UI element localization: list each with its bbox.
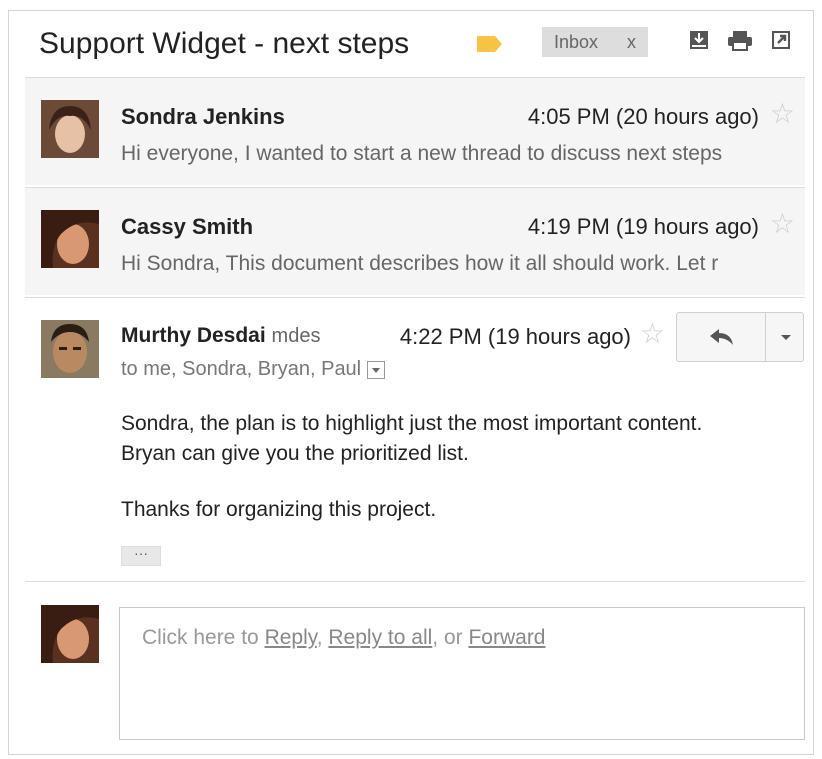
message-snippet: Hi everyone, I wanted to start a new thr… <box>121 142 723 165</box>
forward-link[interactable]: Forward <box>468 626 545 649</box>
message-body-line: Sondra, the plan is to highlight just th… <box>121 412 703 435</box>
download-icon[interactable] <box>688 29 710 51</box>
reply-box[interactable]: Click here to Reply, Reply to all, or Fo… <box>119 607 805 740</box>
show-details-button[interactable] <box>367 360 386 379</box>
reply-button[interactable] <box>677 313 765 361</box>
reply-button-group <box>676 312 804 362</box>
avatar <box>41 100 99 158</box>
star-icon[interactable]: ☆ <box>770 210 795 238</box>
inbox-label-chip: Inbox x <box>542 27 648 57</box>
message-time: 4:05 PM (20 hours ago) <box>527 104 759 129</box>
label-tag-icon[interactable] <box>477 35 503 53</box>
thread-subject: Support Widget - next steps <box>39 27 410 60</box>
recipients: to me, Sondra, Bryan, Paul <box>121 358 362 380</box>
avatar <box>41 320 99 378</box>
reply-all-link[interactable]: Reply to all <box>328 626 432 649</box>
reply-arrow-icon <box>710 329 733 345</box>
sender-line: Murthy Desdai mdes <box>121 324 320 348</box>
star-icon[interactable]: ☆ <box>770 100 795 128</box>
sender-name: Cassy Smith <box>121 214 254 239</box>
recipients-line: to me, Sondra, Bryan, Paul <box>121 358 386 381</box>
message-snippet: Hi Sondra, This document describes how i… <box>121 252 719 275</box>
reply-link[interactable]: Reply <box>265 626 317 649</box>
message-time: 4:19 PM (19 hours ago) <box>527 214 759 239</box>
avatar <box>41 605 99 663</box>
message-body-line: Thanks for organizing this project. <box>121 498 437 521</box>
sender-name: Sondra Jenkins <box>121 104 285 129</box>
sender-name: Murthy Desdai <box>121 324 266 347</box>
message-body-line: Bryan can give you the prioritized list. <box>121 442 469 465</box>
reply-prompt: Click here to Reply, Reply to all, or Fo… <box>142 626 546 650</box>
message-collapsed[interactable]: Sondra Jenkins 4:05 PM (20 hours ago) ☆ … <box>25 77 805 185</box>
separator: , or <box>432 626 463 649</box>
remove-label-button[interactable]: x <box>627 27 636 57</box>
reply-prefix: Click here to <box>142 626 259 649</box>
new-window-icon[interactable] <box>770 29 792 51</box>
star-icon[interactable]: ☆ <box>640 320 665 348</box>
message-time: 4:22 PM (19 hours ago) <box>399 324 631 349</box>
inbox-label: Inbox <box>554 32 599 52</box>
print-icon[interactable] <box>727 29 753 51</box>
message-collapsed[interactable]: Cassy Smith 4:19 PM (19 hours ago) ☆ Hi … <box>25 187 805 295</box>
message-expanded: Murthy Desdai mdes 4:22 PM (19 hours ago… <box>25 297 805 581</box>
avatar <box>41 210 99 268</box>
email-thread: Support Widget - next steps Inbox x Sond… <box>8 10 814 755</box>
sender-alias: mdes <box>271 325 321 347</box>
separator: , <box>316 626 323 649</box>
show-trimmed-content-button[interactable]: ··· <box>121 546 161 566</box>
more-actions-button[interactable] <box>765 313 804 361</box>
divider <box>25 581 805 582</box>
